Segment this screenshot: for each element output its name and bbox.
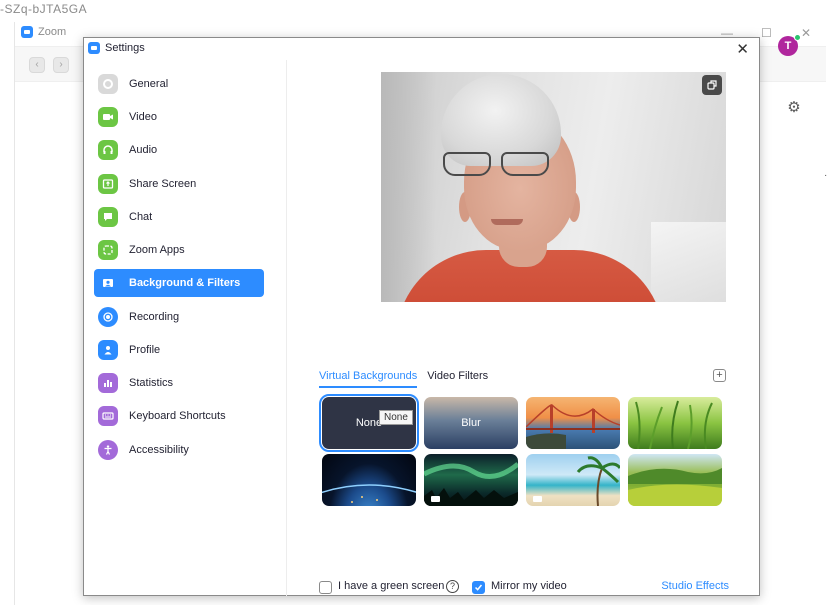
add-background-button[interactable]: + xyxy=(713,369,726,382)
background-tile-earth-from-space[interactable] xyxy=(322,454,416,506)
headphones-icon xyxy=(98,140,118,160)
bar-chart-icon xyxy=(98,373,118,393)
sidebar-item-profile[interactable]: Profile xyxy=(94,336,264,364)
partial-window-title: -SZq-bJTA5GA xyxy=(0,2,88,16)
background-tile-golden-gate-bridge[interactable] xyxy=(526,397,620,449)
tab-virtual-backgrounds[interactable]: Virtual Backgrounds xyxy=(319,370,418,388)
settings-titlebar: Settings ✕ xyxy=(84,38,759,60)
accessibility-icon xyxy=(98,440,118,460)
share-screen-icon xyxy=(98,174,118,194)
background-tile-blur[interactable]: Blur xyxy=(424,397,518,449)
video-background-icon xyxy=(431,496,440,502)
tab-video-filters[interactable]: Video Filters xyxy=(427,370,488,388)
sidebar-item-chat[interactable]: Chat xyxy=(94,203,264,231)
sidebar-item-label: Accessibility xyxy=(129,444,189,456)
forward-button[interactable]: › xyxy=(53,57,69,73)
sidebar-item-label: Share Screen xyxy=(129,178,197,190)
video-preview xyxy=(381,72,726,302)
green-screen-label: I have a green screen xyxy=(338,580,445,592)
sidebar-item-label: Audio xyxy=(129,144,158,156)
glasses xyxy=(443,152,553,178)
background-strip: -SZq-bJTA5GA xyxy=(0,0,830,20)
settings-title: Settings xyxy=(88,42,145,54)
sidebar-item-label: Statistics xyxy=(129,377,174,389)
mirror-video-checkbox[interactable] xyxy=(472,581,485,594)
sidebar-item-label: General xyxy=(129,78,169,90)
sidebar-item-accessibility[interactable]: Accessibility xyxy=(94,436,264,464)
studio-effects-link[interactable]: Studio Effects xyxy=(661,580,729,592)
background-tile-beach[interactable] xyxy=(526,454,620,506)
help-icon[interactable]: ? xyxy=(446,580,459,593)
sidebar-item-statistics[interactable]: Statistics xyxy=(94,369,264,397)
sidebar-item-video[interactable]: Video xyxy=(94,103,264,131)
status-dot-icon xyxy=(794,34,801,41)
zoom-main-title: Zoom xyxy=(21,26,66,38)
sidebar-item-label: Video xyxy=(129,111,157,123)
background-tile-aurora[interactable] xyxy=(424,454,518,506)
sidebar-item-share-screen[interactable]: Share Screen xyxy=(94,170,264,198)
chat-bubble-icon xyxy=(98,207,118,227)
close-main-button[interactable]: ✕ xyxy=(801,26,811,40)
grass-image xyxy=(635,400,713,449)
sidebar-item-label: Recording xyxy=(129,311,180,323)
mirror-video-label: Mirror my video xyxy=(491,580,567,592)
background-tile-green-hills[interactable] xyxy=(628,454,722,506)
tile-label: Blur xyxy=(461,417,481,429)
cropped-text-fragment: · xyxy=(824,170,828,181)
record-icon xyxy=(98,307,118,327)
maximize-button[interactable]: ☐ xyxy=(761,26,772,40)
sidebar-item-audio[interactable]: Audio xyxy=(94,136,264,164)
background-filters-panel: Virtual Backgrounds Video Filters + None… xyxy=(288,60,759,596)
tooltip: None xyxy=(379,410,413,425)
zoom-logo-icon xyxy=(21,26,33,38)
preview-rotate-button[interactable] xyxy=(702,75,722,95)
video-background-icon xyxy=(533,496,542,502)
apps-icon xyxy=(98,240,118,260)
background-tile-grass[interactable] xyxy=(628,397,722,449)
sidebar-item-label: Background & Filters xyxy=(129,277,241,289)
hills-image xyxy=(628,468,722,506)
settings-dialog: Settings ✕ General Video Audio Share Scr… xyxy=(83,37,760,596)
bridge-image xyxy=(526,404,620,449)
keyboard-icon xyxy=(98,406,118,426)
sidebar-item-recording[interactable]: Recording xyxy=(94,303,264,331)
zoom-main-title-text: Zoom xyxy=(38,26,67,38)
background-tabs: Virtual Backgrounds Video Filters xyxy=(319,370,488,388)
video-camera-icon xyxy=(98,107,118,127)
earth-image xyxy=(322,484,416,503)
sidebar-item-label: Zoom Apps xyxy=(129,244,185,256)
sidebar-item-background-filters[interactable]: Background & Filters xyxy=(94,269,264,297)
sidebar-item-label: Keyboard Shortcuts xyxy=(129,410,226,422)
sidebar-item-general[interactable]: General xyxy=(94,70,264,98)
gear-icon xyxy=(98,74,118,94)
green-screen-checkbox[interactable] xyxy=(319,581,332,594)
settings-sidebar: General Video Audio Share Screen Chat Zo… xyxy=(84,60,287,596)
zoom-logo-icon xyxy=(88,42,100,54)
sidebar-item-keyboard-shortcuts[interactable]: Keyboard Shortcuts xyxy=(94,402,264,430)
sidebar-item-label: Chat xyxy=(129,211,153,223)
person-icon xyxy=(98,340,118,360)
back-button[interactable]: ‹ xyxy=(29,57,45,73)
preview-options: I have a green screen ? Mirror my video … xyxy=(319,579,729,599)
sidebar-item-label: Profile xyxy=(129,344,161,356)
settings-title-text: Settings xyxy=(105,42,145,54)
portrait-icon xyxy=(98,273,118,293)
sidebar-item-zoom-apps[interactable]: Zoom Apps xyxy=(94,236,264,264)
gear-icon[interactable]: ⚙ xyxy=(786,100,802,116)
close-icon[interactable]: ✕ xyxy=(736,40,749,58)
